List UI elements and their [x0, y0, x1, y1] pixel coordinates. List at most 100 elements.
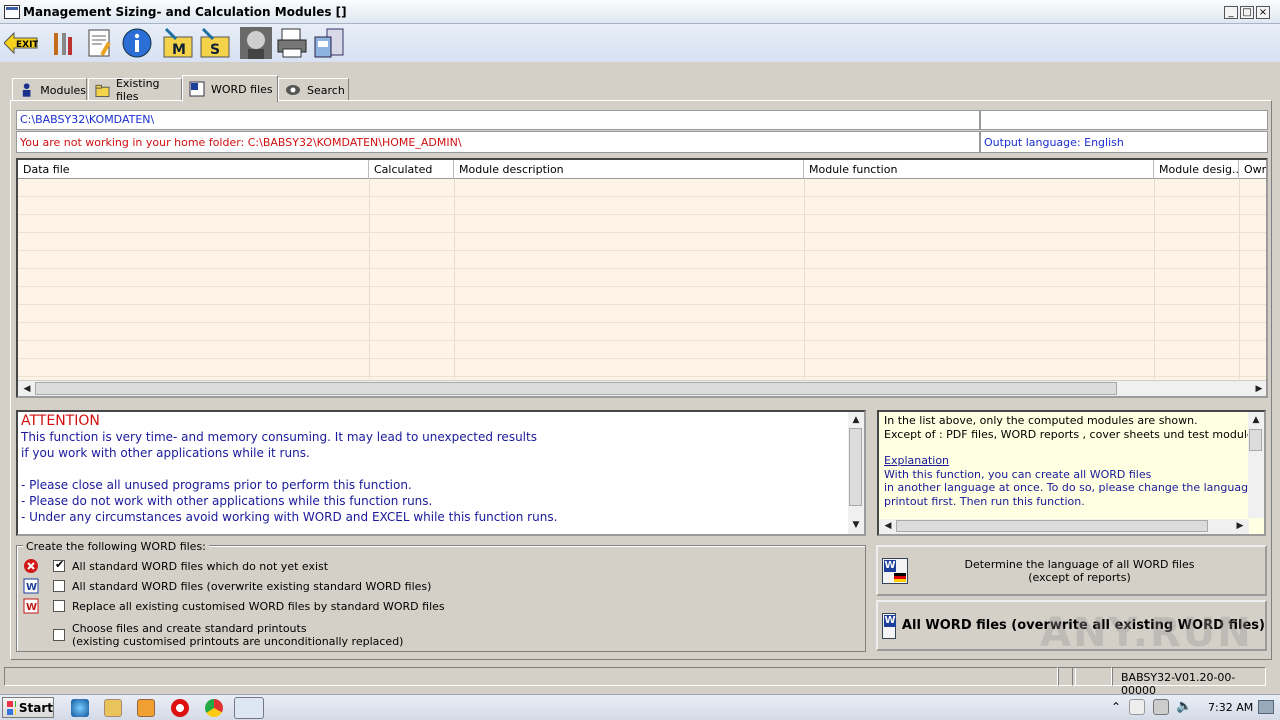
- attention-line: This function is very time- and memory c…: [21, 430, 537, 444]
- attention-line: [21, 461, 861, 477]
- ie-icon[interactable]: [71, 699, 89, 717]
- scrollbar-thumb[interactable]: [849, 428, 862, 506]
- portrait-icon: [240, 27, 272, 59]
- einstein-button[interactable]: [239, 26, 273, 60]
- info-line: With this function, you can create all W…: [884, 467, 1152, 481]
- explorer-icon[interactable]: [104, 699, 122, 717]
- chrome-icon[interactable]: [205, 699, 223, 717]
- checkbox-not-existing[interactable]: [53, 558, 65, 572]
- tools-button[interactable]: [45, 26, 79, 60]
- info-line: Except of : PDF files, WORD reports , co…: [884, 427, 1260, 441]
- exit-button[interactable]: EXIT: [4, 26, 38, 60]
- checkbox-choose-files[interactable]: [53, 629, 65, 641]
- minimize-button[interactable]: _: [1224, 6, 1238, 19]
- table-row: [18, 323, 1266, 341]
- opera-icon[interactable]: [171, 699, 189, 717]
- scrollbar-thumb[interactable]: [35, 382, 1117, 395]
- determine-language-text: Determine the language of all WORD files…: [908, 558, 1265, 584]
- word-files-table[interactable]: Data file Calculated Module description …: [16, 158, 1268, 398]
- determine-language-button[interactable]: Determine the language of all WORD files…: [876, 545, 1267, 596]
- table-horizontal-scrollbar[interactable]: ◀ ▶: [18, 380, 1266, 396]
- info-icon: [122, 28, 152, 58]
- folder-icon: [95, 84, 110, 98]
- group-label: Create the following WORD files:: [23, 540, 209, 553]
- tab-search[interactable]: Search: [278, 78, 349, 101]
- tab-modules-label: Modules: [40, 83, 86, 97]
- column-module-function[interactable]: Module function: [804, 160, 1154, 179]
- scroll-left-icon[interactable]: ◀: [19, 382, 35, 396]
- maximize-button[interactable]: □: [1240, 6, 1254, 19]
- column-own[interactable]: Own: [1239, 160, 1266, 179]
- explanation-link[interactable]: Explanation: [884, 454, 1259, 468]
- info-box[interactable]: In the list above, only the computed mod…: [877, 410, 1266, 536]
- info-vertical-scrollbar[interactable]: ▲: [1248, 412, 1264, 518]
- option-replace-customised[interactable]: W Replace all existing customised WORD f…: [23, 597, 445, 615]
- option-not-existing[interactable]: All standard WORD files which do not yet…: [23, 557, 328, 575]
- column-calculated[interactable]: Calculated: [369, 160, 454, 179]
- calc-server-button[interactable]: [312, 26, 346, 60]
- attention-title: ATTENTION: [21, 413, 100, 429]
- option-icon-placeholder: [23, 627, 39, 643]
- attention-vertical-scrollbar[interactable]: ▲ ▼: [848, 412, 864, 534]
- column-data-file[interactable]: Data file: [18, 160, 369, 179]
- scrollbar-thumb[interactable]: [1249, 429, 1262, 451]
- option-choose-files[interactable]: Choose files and create standard printou…: [23, 620, 403, 650]
- tab-word-files-label: WORD files: [211, 82, 273, 96]
- current-path: C:\BABSY32\KOMDATEN\: [16, 110, 980, 130]
- clock[interactable]: 7:32 AM: [1208, 701, 1253, 714]
- info-button[interactable]: [120, 26, 154, 60]
- info-horizontal-scrollbar[interactable]: ◀ ▶: [879, 519, 1249, 534]
- exit-icon: EXIT: [4, 31, 38, 55]
- module-s-button[interactable]: S: [198, 26, 232, 60]
- tab-word-files[interactable]: WORD files: [182, 75, 278, 102]
- scroll-left-icon[interactable]: ◀: [880, 519, 896, 533]
- home-folder-warning: You are not working in your home folder:…: [16, 131, 980, 153]
- checkbox-overwrite-standard[interactable]: [53, 580, 65, 592]
- table-row: [18, 197, 1266, 215]
- document-pencil-icon: [88, 29, 111, 57]
- status-panel: [1072, 667, 1112, 686]
- server-icon: [314, 28, 344, 58]
- option-overwrite-standard[interactable]: W All standard WORD files (overwrite exi…: [23, 577, 431, 595]
- table-header: Data file Calculated Module description …: [18, 160, 1266, 179]
- tab-modules[interactable]: Modules: [12, 78, 87, 101]
- option-label: All standard WORD files (overwrite exist…: [72, 579, 432, 593]
- scroll-right-icon[interactable]: ▶: [1251, 382, 1266, 396]
- taskbar: Start ⌃ 🔈 7:32 AM: [0, 694, 1280, 720]
- windows-logo-icon: [7, 700, 16, 715]
- show-hidden-icons-icon[interactable]: ⌃: [1111, 700, 1121, 714]
- table-row: [18, 359, 1266, 377]
- checkbox-replace-customised[interactable]: [53, 600, 65, 612]
- start-button[interactable]: Start: [2, 697, 54, 718]
- table-row: [18, 269, 1266, 287]
- title-bar: Management Sizing- and Calculation Modul…: [0, 0, 1280, 24]
- word-icon: [189, 81, 205, 97]
- watermark: ANY.RUN: [1040, 610, 1253, 656]
- babsy-task-button[interactable]: [234, 697, 264, 719]
- info-line: in another language at once. To do so, p…: [884, 481, 1264, 494]
- scroll-up-icon[interactable]: ▲: [848, 413, 864, 427]
- attention-box[interactable]: ATTENTION This function is very time- an…: [16, 410, 866, 536]
- word-blue-icon: W: [23, 578, 39, 594]
- column-module-designation[interactable]: Module desig...: [1154, 160, 1239, 179]
- folder-s-icon: S: [200, 27, 230, 58]
- network-error-icon[interactable]: [1129, 699, 1145, 715]
- scroll-up-icon[interactable]: ▲: [1248, 413, 1264, 427]
- column-module-description[interactable]: Module description: [454, 160, 804, 179]
- module-m-button[interactable]: M: [161, 26, 195, 60]
- show-desktop-icon[interactable]: [1258, 700, 1274, 714]
- scroll-down-icon[interactable]: ▼: [848, 518, 864, 532]
- svg-text:M: M: [172, 42, 186, 58]
- edit-document-button[interactable]: [83, 26, 117, 60]
- network-icon[interactable]: [1153, 699, 1169, 715]
- print-button[interactable]: [275, 26, 309, 60]
- word-icon: [882, 612, 896, 639]
- scroll-right-icon[interactable]: ▶: [1232, 519, 1248, 533]
- volume-icon[interactable]: 🔈: [1176, 699, 1192, 714]
- close-button[interactable]: ×: [1256, 6, 1270, 19]
- modules-icon: [22, 83, 31, 97]
- status-panel: [4, 667, 1058, 686]
- scrollbar-thumb[interactable]: [896, 520, 1208, 532]
- media-player-icon[interactable]: [137, 699, 155, 717]
- tab-existing-files[interactable]: Existing files: [88, 77, 182, 103]
